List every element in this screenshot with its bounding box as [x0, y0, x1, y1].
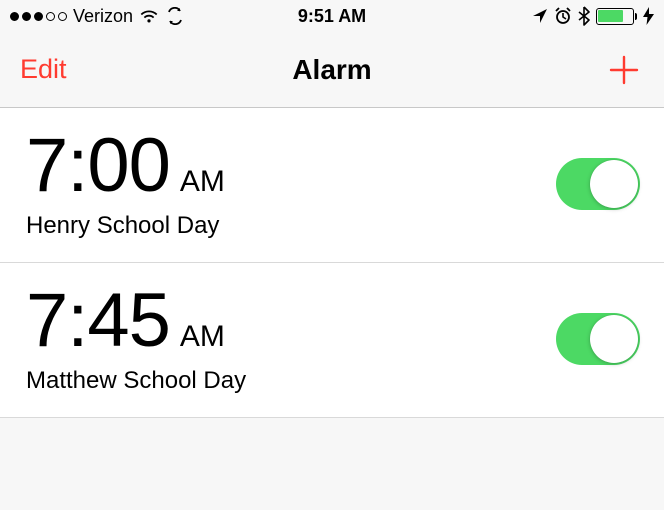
toggle-knob — [590, 315, 638, 363]
alarm-list: 7:00 AM Henry School Day 7:45 AM Matthew Scho… — [0, 108, 664, 418]
status-right — [366, 6, 654, 26]
alarm-clock-icon — [554, 7, 572, 25]
alarm-toggle[interactable] — [556, 313, 640, 365]
alarm-time-line: 7:00 AM — [26, 128, 556, 204]
alarm-label: Henry School Day — [26, 212, 556, 240]
nav-bar: Edit Alarm — [0, 32, 664, 108]
alarm-ampm: AM — [180, 165, 225, 199]
sync-icon — [165, 7, 185, 25]
carrier-label: Verizon — [73, 6, 133, 27]
alarm-info: 7:45 AM Matthew School Day — [26, 283, 556, 395]
toggle-knob — [590, 160, 638, 208]
edit-button[interactable]: Edit — [20, 54, 67, 85]
wifi-icon — [139, 9, 159, 24]
plus-icon — [607, 53, 641, 87]
alarm-label: Matthew School Day — [26, 367, 556, 395]
alarm-time-line: 7:45 AM — [26, 283, 556, 359]
alarm-info: 7:00 AM Henry School Day — [26, 128, 556, 240]
alarm-time: 7:45 — [26, 283, 170, 359]
battery-icon — [596, 8, 638, 25]
alarm-row[interactable]: 7:00 AM Henry School Day — [0, 108, 664, 263]
charging-bolt-icon — [643, 7, 654, 25]
page-title: Alarm — [292, 54, 371, 86]
status-bar: Verizon 9:51 AM — [0, 0, 664, 32]
status-time: 9:51 AM — [298, 6, 366, 27]
signal-strength-icon — [10, 12, 67, 21]
bluetooth-icon — [578, 6, 590, 26]
alarm-toggle[interactable] — [556, 158, 640, 210]
add-alarm-button[interactable] — [604, 50, 644, 90]
location-icon — [532, 8, 548, 24]
alarm-ampm: AM — [180, 320, 225, 354]
alarm-time: 7:00 — [26, 128, 170, 204]
alarm-row[interactable]: 7:45 AM Matthew School Day — [0, 263, 664, 418]
status-left: Verizon — [10, 6, 298, 27]
